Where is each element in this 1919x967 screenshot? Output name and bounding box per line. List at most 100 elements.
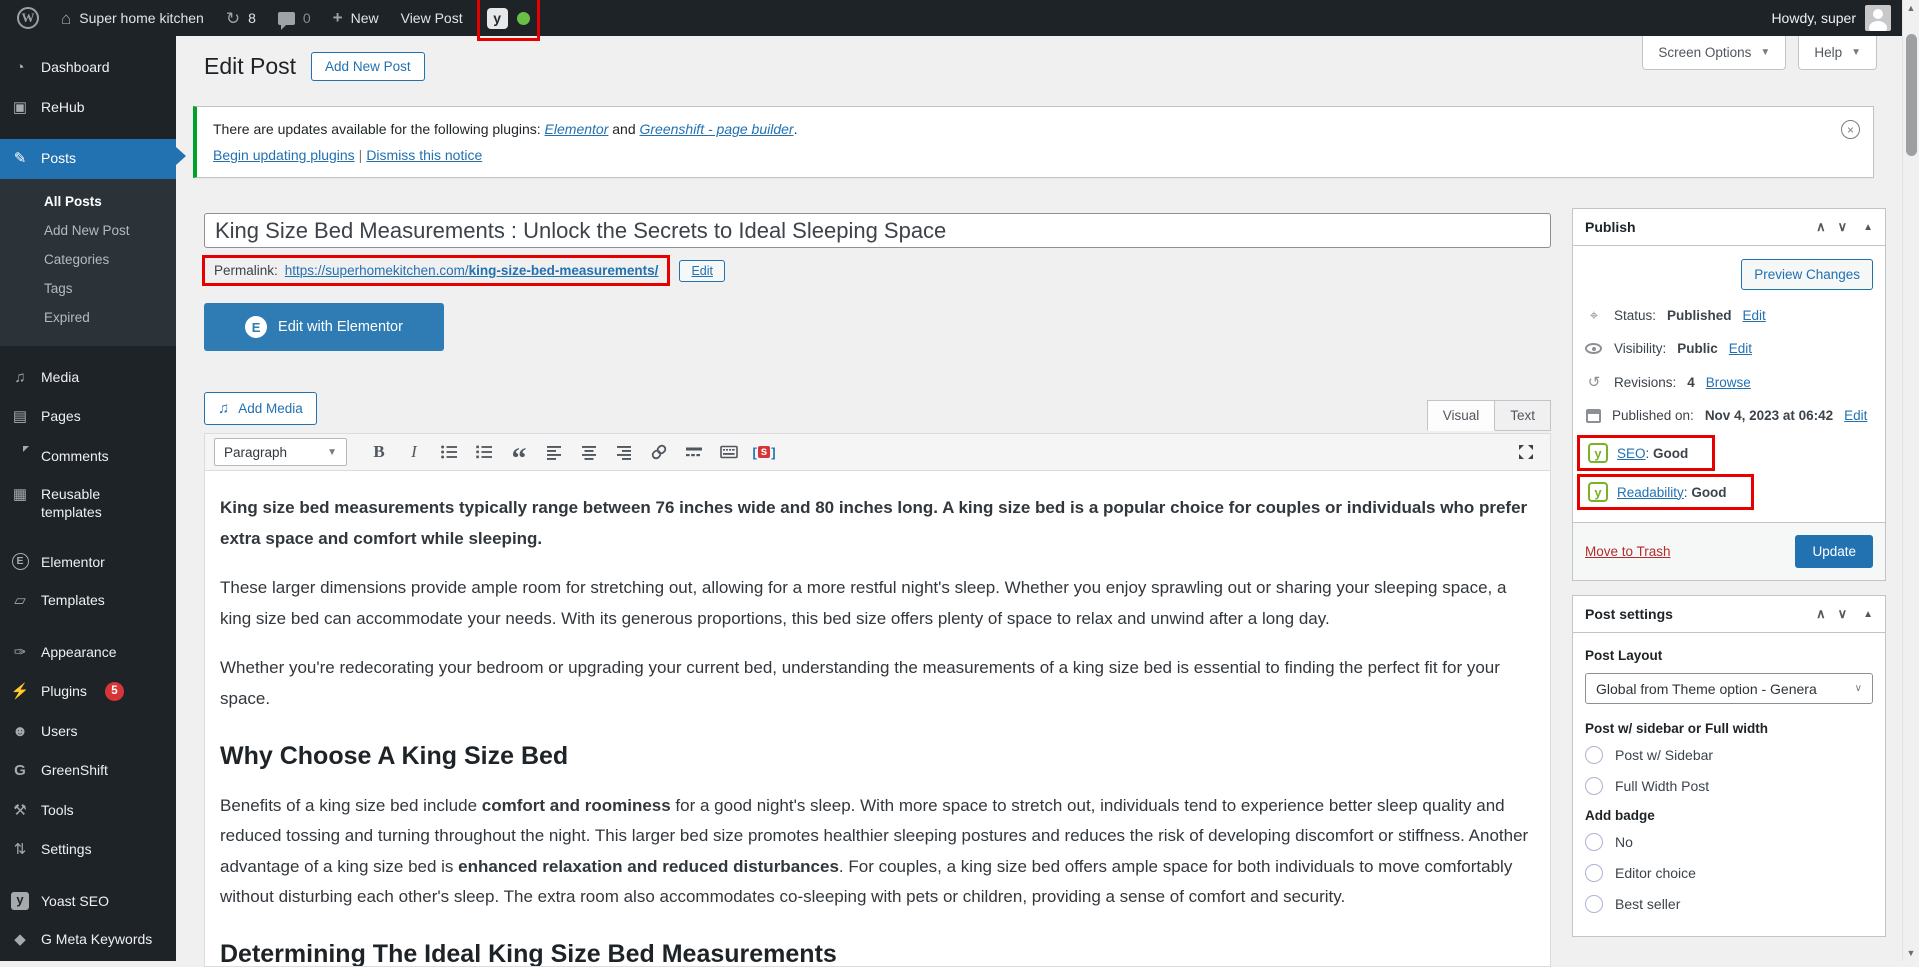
sidebar-item-dashboard[interactable]: ◔ Dashboard — [0, 48, 176, 88]
bullet-list-icon[interactable] — [434, 438, 464, 466]
submenu-expired[interactable]: Expired — [0, 303, 176, 332]
add-media-button[interactable]: ♫ Add Media — [204, 392, 317, 425]
media-icon: ♫ — [10, 368, 30, 388]
add-badge-label: Add badge — [1585, 808, 1873, 823]
numbered-list-icon[interactable] — [469, 438, 499, 466]
sidebar-item-settings[interactable]: ⇅ Settings — [0, 830, 176, 870]
keyboard-shortcuts-icon[interactable] — [714, 438, 744, 466]
dismiss-icon[interactable]: × — [1841, 120, 1860, 139]
move-down-icon[interactable]: ∨ — [1838, 606, 1848, 622]
sidebar-item-appearance[interactable]: ✑ Appearance — [0, 633, 176, 673]
permalink-link[interactable]: https://superhomekitchen.com/king-size-b… — [285, 263, 659, 278]
calendar-icon — [1586, 409, 1601, 423]
sidebar-item-label: Appearance — [41, 643, 117, 661]
radio-post-with-sidebar[interactable] — [1585, 746, 1603, 764]
move-down-icon[interactable]: ∨ — [1838, 219, 1848, 235]
yoast-adminbar-menu[interactable]: y — [487, 0, 508, 36]
align-left-icon[interactable] — [539, 438, 569, 466]
tab-text[interactable]: Text — [1495, 400, 1551, 431]
move-up-icon[interactable]: ∧ — [1816, 606, 1826, 622]
published-on-label: Published on: — [1612, 408, 1694, 423]
shortcode-icon[interactable]: [s] — [749, 438, 779, 466]
comments-link[interactable]: 0 — [267, 0, 322, 36]
updates-link[interactable]: ↻ 8 — [215, 0, 267, 36]
submenu-all-posts[interactable]: All Posts — [0, 187, 176, 216]
radio-badge-no[interactable] — [1585, 833, 1603, 851]
radio-badge-best-seller[interactable] — [1585, 895, 1603, 913]
page-scrollbar[interactable]: ▲ ▼ — [1902, 0, 1919, 961]
scroll-up-icon[interactable]: ▲ — [1903, 3, 1919, 13]
sidebar-item-templates[interactable]: ▱ Templates — [0, 581, 176, 621]
comments-count: 0 — [303, 10, 311, 26]
editor-content-area[interactable]: King size bed measurements typically ran… — [204, 470, 1551, 967]
readability-analysis-link[interactable]: Readability — [1617, 485, 1684, 500]
sidebar-item-yoast-seo[interactable]: y Yoast SEO — [0, 882, 176, 920]
blockquote-icon[interactable]: “ — [504, 438, 534, 466]
sidebar-item-media[interactable]: ♫ Media — [0, 358, 176, 398]
preview-changes-button[interactable]: Preview Changes — [1741, 259, 1873, 290]
align-right-icon[interactable] — [609, 438, 639, 466]
tab-visual[interactable]: Visual — [1427, 400, 1496, 431]
post-layout-select[interactable]: Global from Theme option - Genera ∨ — [1585, 673, 1873, 704]
sidebar-item-elementor[interactable]: E Elementor — [0, 543, 176, 581]
fullscreen-icon[interactable] — [1511, 438, 1541, 466]
site-name-link[interactable]: ⌂ Super home kitchen — [50, 0, 215, 36]
edit-status-link[interactable]: Edit — [1743, 308, 1766, 323]
posts-pin-icon: ✎ — [10, 149, 30, 169]
submenu-tags[interactable]: Tags — [0, 274, 176, 303]
submenu-categories[interactable]: Categories — [0, 245, 176, 274]
sidebar-item-tools[interactable]: ⚒ Tools — [0, 791, 176, 831]
elementor-icon: E — [10, 553, 30, 570]
view-post-link[interactable]: View Post — [390, 0, 474, 36]
sidebar-item-posts[interactable]: ✎ Posts — [0, 139, 176, 179]
italic-button[interactable]: I — [399, 438, 429, 466]
add-new-post-button[interactable]: Add New Post — [311, 52, 425, 81]
update-button[interactable]: Update — [1795, 535, 1873, 568]
scrollbar-thumb[interactable] — [1906, 34, 1917, 156]
radio-full-width-post[interactable] — [1585, 777, 1603, 795]
howdy-account-link[interactable]: Howdy, super — [1771, 10, 1856, 26]
sidebar-item-plugins[interactable]: ⚡ Plugins 5 — [0, 672, 176, 712]
sidebar-item-rehub[interactable]: ▣ ReHub — [0, 88, 176, 128]
published-on-value: Nov 4, 2023 at 06:42 — [1705, 408, 1833, 423]
submenu-add-new-post[interactable]: Add New Post — [0, 216, 176, 245]
sidebar-width-label: Post w/ sidebar or Full width — [1585, 721, 1873, 736]
sidebar-item-pages[interactable]: ▤ Pages — [0, 397, 176, 437]
permalink-slug: king-size-bed-measurements/ — [469, 263, 659, 278]
sidebar-item-reusable-templates[interactable]: ▦ Reusable templates — [0, 475, 176, 531]
read-more-icon[interactable] — [679, 438, 709, 466]
plugins-icon: ⚡ — [10, 682, 30, 702]
post-title-input[interactable] — [204, 213, 1551, 248]
edit-published-date-link[interactable]: Edit — [1844, 408, 1867, 423]
greenshift-plugin-link[interactable]: Greenshift - page builder — [640, 121, 794, 137]
edit-with-elementor-button[interactable]: E Edit with Elementor — [204, 303, 444, 351]
elementor-plugin-link[interactable]: Elementor — [545, 121, 609, 137]
move-up-icon[interactable]: ∧ — [1816, 219, 1826, 235]
sidebar-item-greenshift[interactable]: G GreenShift — [0, 751, 176, 791]
edit-visibility-link[interactable]: Edit — [1729, 341, 1752, 356]
scroll-down-icon[interactable]: ▼ — [1903, 948, 1919, 958]
edit-permalink-button[interactable]: Edit — [679, 260, 725, 282]
sidebar-item-g-meta-keywords[interactable]: ◆ G Meta Keywords — [0, 920, 176, 960]
reusable-templates-icon: ▦ — [10, 485, 30, 505]
collapse-panel-icon[interactable]: ▲ — [1863, 609, 1873, 620]
radio-badge-editor-choice[interactable] — [1585, 864, 1603, 882]
content-paragraph: King size bed measurements typically ran… — [220, 493, 1535, 554]
avatar[interactable] — [1865, 5, 1891, 31]
wordpress-logo-menu[interactable]: W — [6, 0, 50, 36]
align-center-icon[interactable] — [574, 438, 604, 466]
sidebar-item-users[interactable]: ☻ Users — [0, 712, 176, 752]
collapse-panel-icon[interactable]: ▲ — [1863, 222, 1873, 233]
dismiss-notice-link[interactable]: Dismiss this notice — [366, 147, 482, 163]
link-icon[interactable] — [644, 438, 674, 466]
help-button[interactable]: Help ▼ — [1798, 36, 1877, 70]
new-content-link[interactable]: + New — [322, 0, 390, 36]
paragraph-format-select[interactable]: Paragraph ▼ — [214, 438, 347, 466]
bold-button[interactable]: B — [364, 438, 394, 466]
seo-analysis-link[interactable]: SEO — [1617, 446, 1646, 461]
move-to-trash-link[interactable]: Move to Trash — [1585, 544, 1671, 559]
screen-options-button[interactable]: Screen Options ▼ — [1642, 36, 1786, 70]
begin-updating-plugins-link[interactable]: Begin updating plugins — [213, 147, 355, 163]
sidebar-item-comments[interactable]: Comments — [0, 437, 176, 475]
browse-revisions-link[interactable]: Browse — [1706, 375, 1751, 390]
